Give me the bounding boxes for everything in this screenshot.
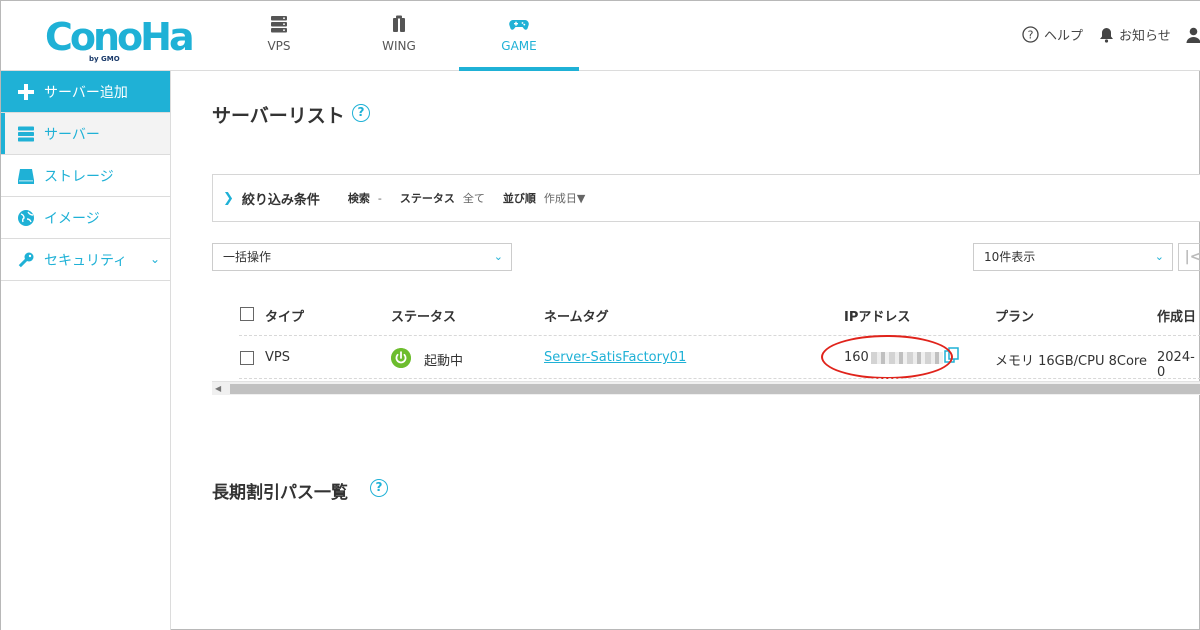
col-ip-address[interactable]: IPアドレス: [844, 306, 910, 325]
sidebar-item-label: サーバー追加: [44, 84, 128, 101]
svg-text:?: ?: [1028, 29, 1034, 42]
filter-sort-label: 並び順: [502, 192, 536, 205]
help-link[interactable]: ? ヘルプ: [1022, 25, 1083, 44]
server-stack-icon: [271, 16, 287, 33]
col-status[interactable]: ステータス: [391, 306, 456, 325]
gamepad-icon: [509, 20, 529, 30]
section-title-long-term-discount: 長期割引パス一覧: [212, 483, 348, 503]
horizontal-scrollbar[interactable]: ◀: [212, 381, 1200, 395]
sidebar-item-label: ストレージ: [44, 168, 114, 185]
filter-search-value: -: [377, 191, 382, 205]
cell-created: 2024-0: [1157, 350, 1195, 380]
bulk-action-select[interactable]: 一括操作 ⌄: [212, 243, 512, 271]
filter-status-label: ステータス: [399, 192, 455, 205]
page-title: サーバーリスト: [212, 105, 345, 127]
filter-status-value: 全て: [462, 192, 485, 205]
bell-icon: [1100, 27, 1113, 43]
logo-text: ConoHa: [45, 15, 195, 59]
row-divider: [239, 378, 1200, 379]
annotation-red-ellipse: [821, 335, 953, 379]
top-header: ConoHa by GMO VPS WING GAME ? ヘルプ お知らせ: [1, 1, 1200, 71]
scroll-thumb[interactable]: [230, 384, 1200, 394]
cell-type: VPS: [265, 350, 290, 365]
sidebar-item-storage[interactable]: ストレージ: [1, 155, 170, 197]
chevron-right-icon: ❯: [223, 190, 234, 206]
cell-status: 起動中: [424, 354, 464, 369]
tab-game[interactable]: GAME: [459, 1, 579, 71]
row-checkbox[interactable]: [240, 351, 254, 365]
power-icon: [391, 348, 411, 368]
tab-vps[interactable]: VPS: [219, 1, 339, 71]
storage-icon: [18, 168, 34, 184]
filter-title: 絞り込み条件: [241, 192, 320, 208]
plus-icon: [18, 83, 34, 100]
tab-vps-label: VPS: [267, 39, 291, 53]
cell-plan: メモリ 16GB/CPU 8Core: [995, 354, 1147, 369]
help-question-icon[interactable]: ?: [352, 104, 370, 122]
sidebar-item-label: イメージ: [44, 210, 100, 227]
row-divider: [239, 335, 1200, 336]
page-size-select[interactable]: 10件表示 ⌄: [973, 243, 1173, 271]
conoha-logo[interactable]: ConoHa by GMO: [45, 15, 195, 63]
globe-icon: [18, 209, 34, 226]
key-icon: [18, 252, 34, 267]
notice-link[interactable]: お知らせ: [1099, 25, 1171, 44]
bulk-action-value: 一括操作: [223, 250, 272, 264]
tab-wing-label: WING: [382, 39, 416, 53]
chevron-down-icon: ⌄: [1154, 250, 1164, 263]
filter-sort-value: 作成日▼: [543, 192, 586, 205]
help-icon: ?: [1022, 26, 1039, 43]
filter-panel[interactable]: ❯ 絞り込み条件 検索 - ステータス 全て 並び順 作成日▼: [212, 174, 1200, 222]
scroll-left-arrow-icon[interactable]: ◀: [215, 382, 221, 396]
server-name-link[interactable]: Server-SatisFactory01: [544, 350, 686, 365]
help-label: ヘルプ: [1044, 29, 1084, 44]
page-size-value: 10件表示: [984, 250, 1036, 264]
sidebar-item-security[interactable]: セキュリティ ⌄: [1, 239, 170, 281]
sidebar: サーバー追加 サーバー ストレージ イメージ セキュリティ ⌄: [1, 71, 171, 630]
sidebar-item-label: サーバー: [44, 126, 100, 143]
tab-game-label: GAME: [501, 39, 537, 53]
col-created[interactable]: 作成日: [1157, 306, 1196, 325]
notice-label: お知らせ: [1119, 29, 1171, 44]
wing-icon: [393, 15, 405, 32]
chevron-down-icon: ⌄: [149, 252, 160, 266]
col-plan[interactable]: プラン: [995, 306, 1034, 325]
col-type[interactable]: タイプ: [265, 306, 304, 325]
sidebar-item-label: セキュリティ: [44, 252, 128, 269]
user-icon[interactable]: [1186, 27, 1200, 43]
help-question-icon[interactable]: ?: [370, 479, 388, 497]
server-icon: [18, 126, 34, 141]
logo-sub: by GMO: [89, 55, 120, 63]
tab-wing[interactable]: WING: [339, 1, 459, 71]
chevron-down-icon: ⌄: [493, 250, 503, 263]
select-all-checkbox[interactable]: [240, 307, 254, 321]
sidebar-item-add-server[interactable]: サーバー追加: [1, 71, 170, 113]
first-page-button[interactable]: |<: [1178, 243, 1200, 271]
sidebar-item-image[interactable]: イメージ: [1, 197, 170, 239]
sidebar-item-server[interactable]: サーバー: [1, 113, 170, 155]
col-name-tag[interactable]: ネームタグ: [544, 306, 609, 325]
filter-search-label: 検索: [347, 192, 370, 205]
